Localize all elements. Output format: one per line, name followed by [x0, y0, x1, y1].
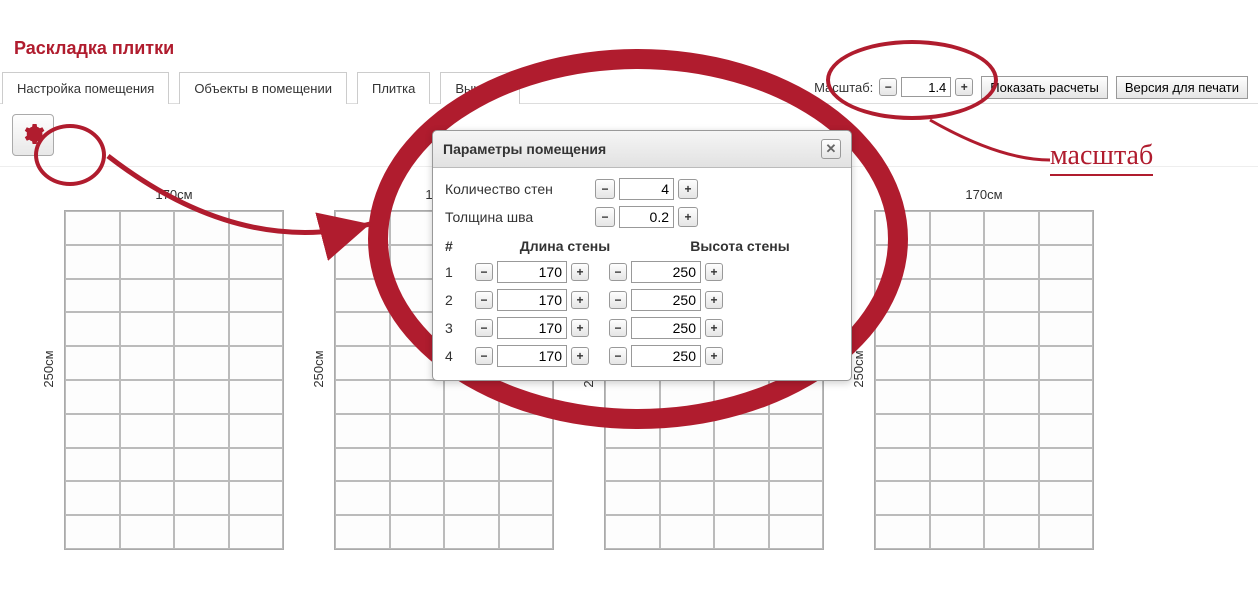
col-header-length: Длина стены	[475, 238, 655, 254]
wall-row: 4−+−+	[445, 342, 839, 370]
dialog-title: Параметры помещения	[443, 141, 606, 157]
wall-row-num: 4	[445, 348, 475, 364]
page-title: Раскладка плитки	[0, 0, 1258, 71]
walls-count-minus[interactable]: −	[595, 179, 615, 199]
scale-plus-button[interactable]: +	[955, 78, 973, 96]
scale-minus-button[interactable]: −	[879, 78, 897, 96]
wall-height-input[interactable]	[631, 289, 701, 311]
seam-label: Толщина шва	[445, 209, 595, 225]
col-header-num: #	[445, 238, 475, 254]
wall-len-input[interactable]	[497, 289, 567, 311]
wall-len-plus[interactable]: +	[571, 319, 589, 337]
wall-row: 2−+−+	[445, 286, 839, 314]
tab-layout[interactable]: Выкла...	[440, 72, 520, 104]
wall-len-plus[interactable]: +	[571, 291, 589, 309]
wall-len-input[interactable]	[497, 261, 567, 283]
dialog-header[interactable]: Параметры помещения ✕	[433, 131, 851, 168]
wall-len-minus[interactable]: −	[475, 291, 493, 309]
wall-height-plus[interactable]: +	[705, 347, 723, 365]
wall-len-minus[interactable]: −	[475, 263, 493, 281]
wall-height-minus[interactable]: −	[609, 263, 627, 281]
wall-height-minus[interactable]: −	[609, 291, 627, 309]
wall-row-num: 2	[445, 292, 475, 308]
wall-len-minus[interactable]: −	[475, 319, 493, 337]
wall-height-minus[interactable]: −	[609, 347, 627, 365]
wall-height-label: 250см	[311, 350, 326, 387]
wall-height-plus[interactable]: +	[705, 263, 723, 281]
wall-height-input[interactable]	[631, 317, 701, 339]
room-params-dialog: Параметры помещения ✕ Количество стен − …	[432, 130, 852, 381]
show-calculations-button[interactable]: Показать расчеты	[981, 76, 1108, 99]
seam-minus[interactable]: −	[595, 207, 615, 227]
wall-row-num: 1	[445, 264, 475, 280]
tile-grid-1[interactable]	[64, 210, 284, 550]
wall-len-minus[interactable]: −	[475, 347, 493, 365]
close-icon: ✕	[826, 141, 837, 157]
wall-height-input[interactable]	[631, 261, 701, 283]
tabs-row: Настройка помещения Объекты в помещении …	[0, 71, 1258, 104]
wall-row: 3−+−+	[445, 314, 839, 342]
wall-row-num: 3	[445, 320, 475, 336]
wall-row: 1−+−+	[445, 258, 839, 286]
gear-icon	[21, 122, 45, 149]
tile-grid-4[interactable]	[874, 210, 1094, 550]
seam-input[interactable]	[619, 206, 674, 228]
wall-width-label: 170см	[64, 187, 284, 202]
walls-count-input[interactable]	[619, 178, 674, 200]
wall-preview-1: 170см 250см	[64, 187, 284, 550]
wall-width-label: 170см	[874, 187, 1094, 202]
tile	[65, 211, 120, 245]
wall-len-input[interactable]	[497, 317, 567, 339]
scale-label: Масштаб:	[814, 80, 873, 95]
tab-tile[interactable]: Плитка	[357, 72, 430, 104]
wall-len-plus[interactable]: +	[571, 347, 589, 365]
dialog-close-button[interactable]: ✕	[821, 139, 841, 159]
settings-button[interactable]	[12, 114, 54, 156]
wall-height-plus[interactable]: +	[705, 291, 723, 309]
col-header-height: Высота стены	[655, 238, 825, 254]
walls-count-plus[interactable]: +	[678, 179, 698, 199]
scale-input[interactable]	[901, 77, 951, 97]
wall-height-label: 250см	[851, 350, 866, 387]
wall-height-label: 250см	[41, 350, 56, 387]
tab-objects[interactable]: Объекты в помещении	[179, 72, 347, 104]
wall-preview-4: 170см 250см	[874, 187, 1094, 550]
seam-plus[interactable]: +	[678, 207, 698, 227]
wall-height-minus[interactable]: −	[609, 319, 627, 337]
wall-len-plus[interactable]: +	[571, 263, 589, 281]
walls-count-label: Количество стен	[445, 181, 595, 197]
print-version-button[interactable]: Версия для печати	[1116, 76, 1248, 99]
wall-height-input[interactable]	[631, 345, 701, 367]
wall-len-input[interactable]	[497, 345, 567, 367]
tab-room-settings[interactable]: Настройка помещения	[2, 72, 169, 104]
wall-height-plus[interactable]: +	[705, 319, 723, 337]
dialog-body: Количество стен − + Толщина шва − + # Дл…	[433, 168, 851, 380]
